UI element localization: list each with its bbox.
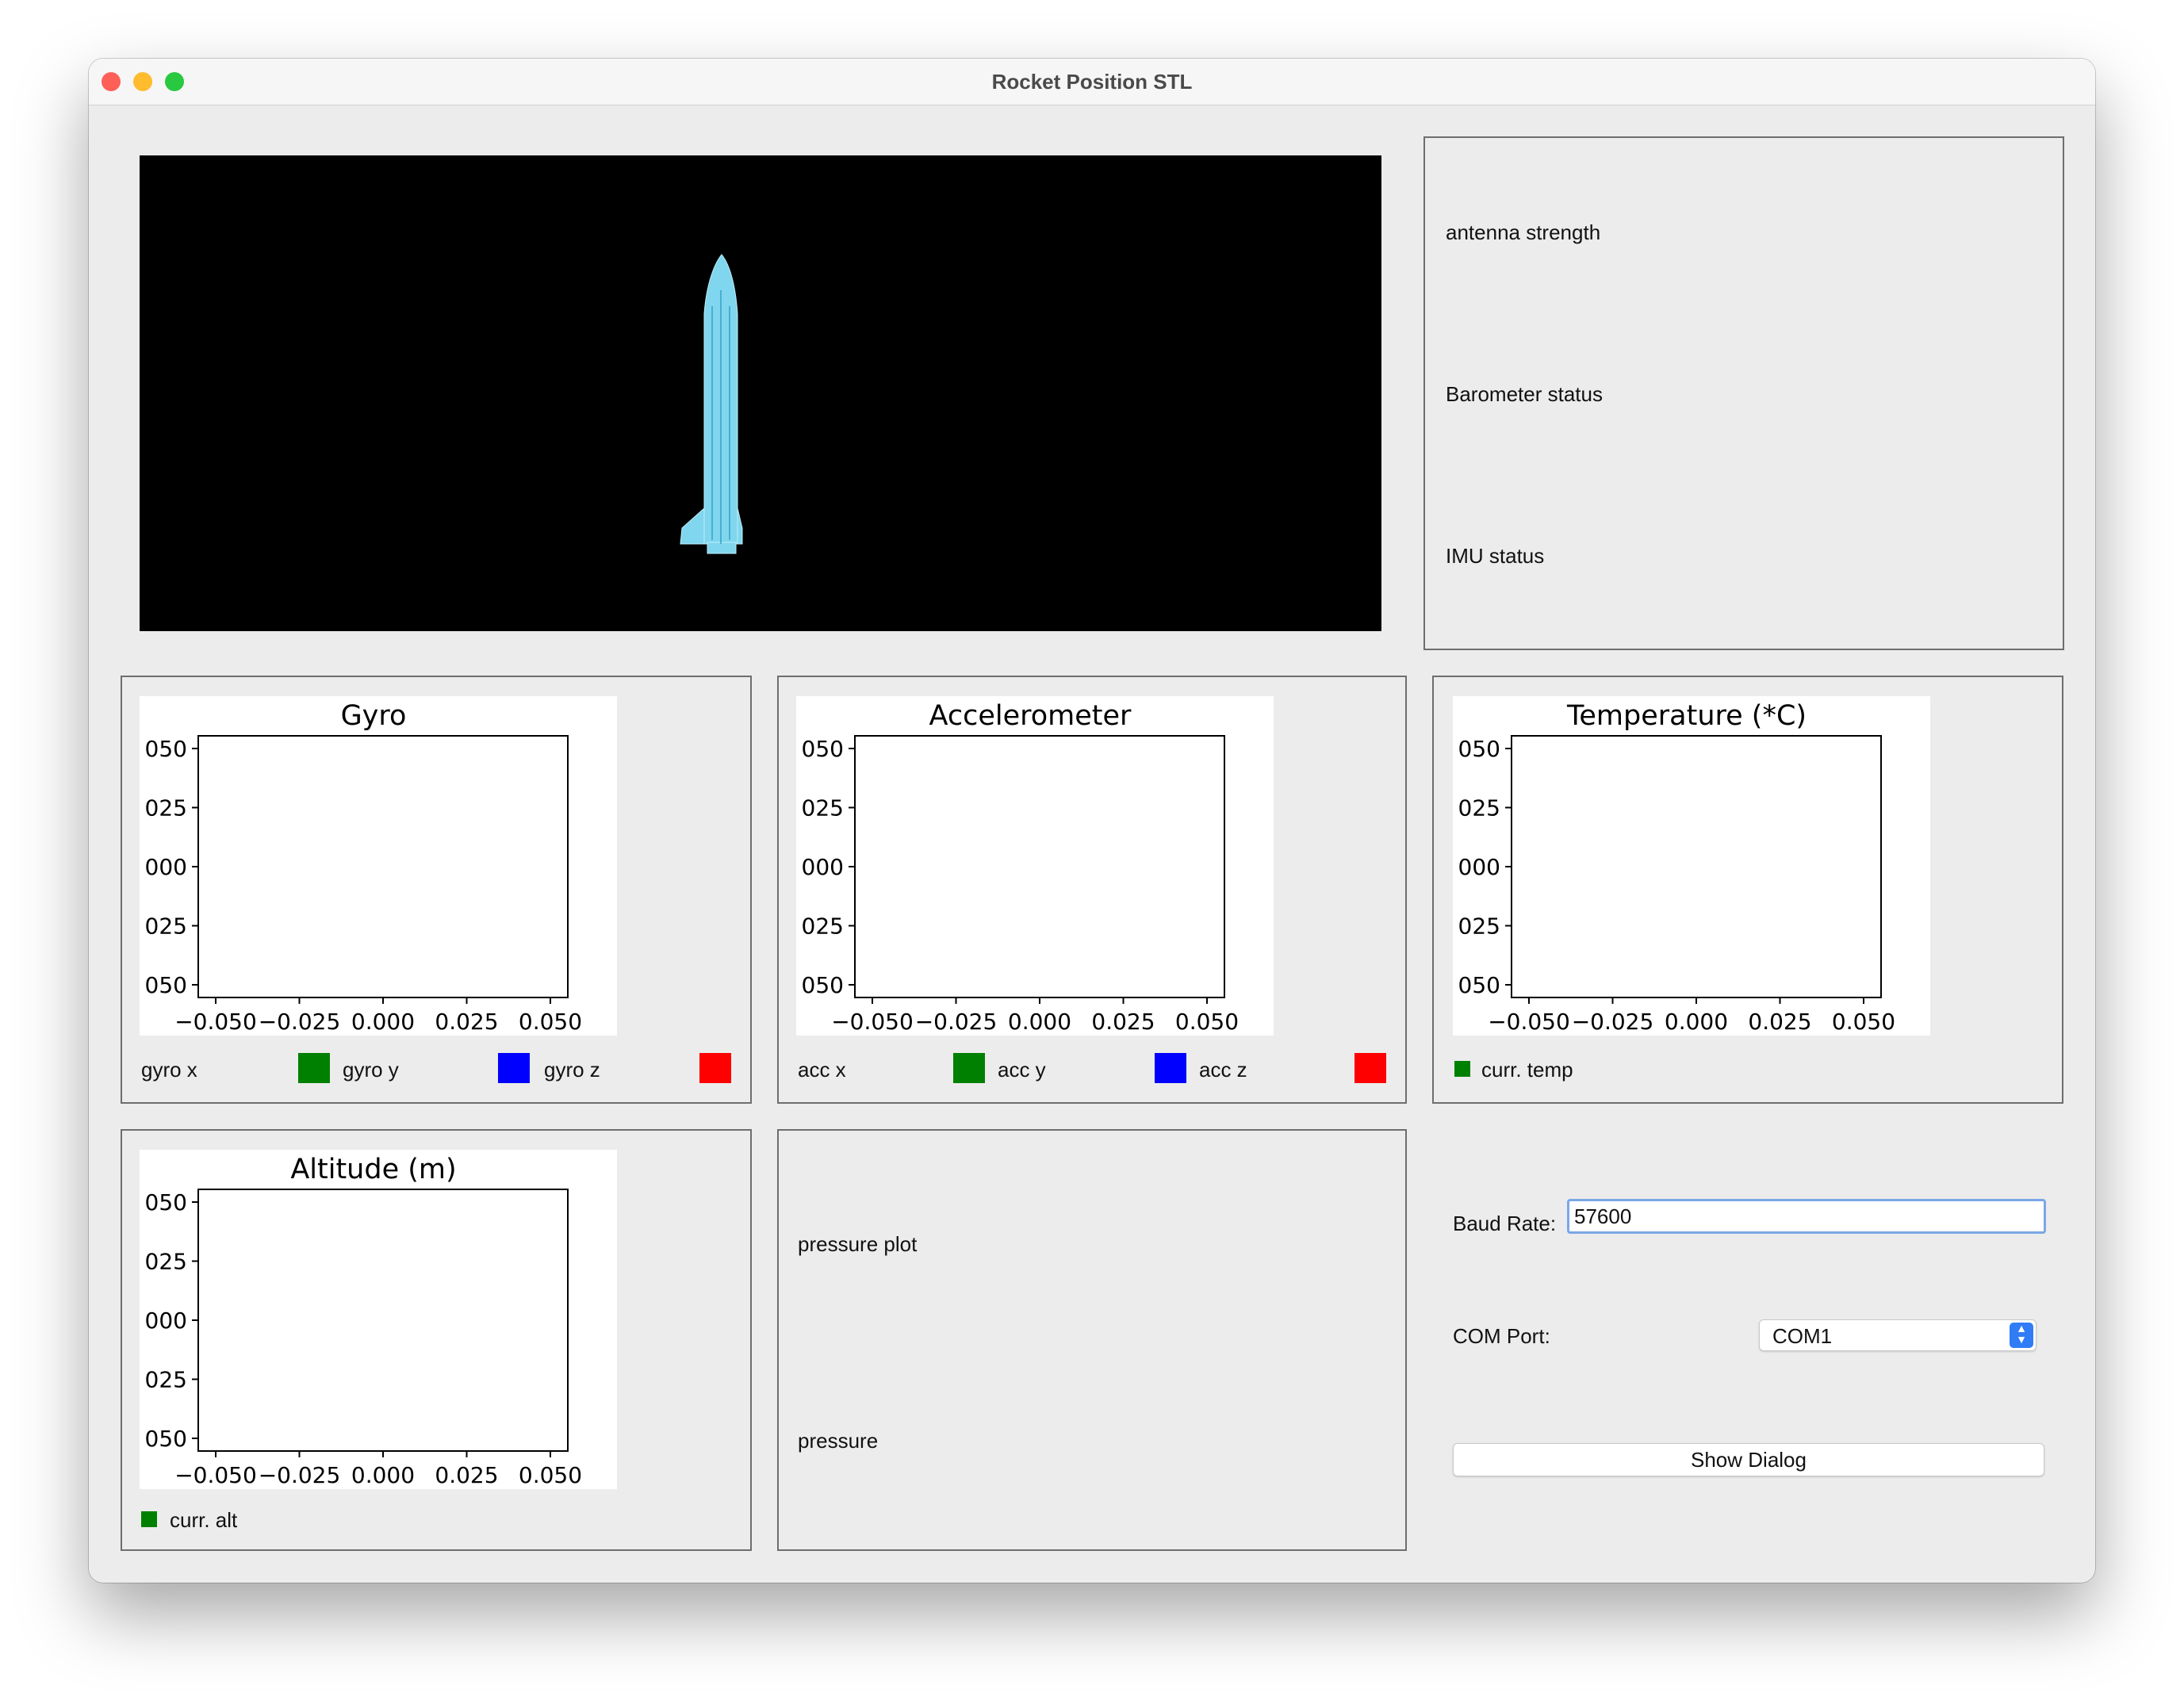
y-tick-label: 000 [145, 1308, 187, 1334]
y-tick-label: 025 [145, 913, 187, 940]
legend-gyro-z: gyro z [544, 1058, 600, 1082]
gyro-plot: Gyro 050 025 000 025 050 −0.050 −0.025 0.000 0.02… [140, 696, 617, 1036]
legend-curr-alt: curr. alt [170, 1508, 238, 1532]
antenna-strength-label: antenna strength [1446, 220, 1601, 244]
pressure-value-label: pressure [798, 1429, 879, 1453]
rocket-3d-viewport[interactable] [140, 155, 1381, 631]
y-tick-label: 050 [145, 736, 187, 762]
com-port-label: COM Port: [1453, 1324, 1550, 1348]
legend-acc-x: acc x [798, 1058, 846, 1082]
y-tick-label: 050 [145, 1189, 187, 1216]
temperature-plot: Temperature (*C) 050 025 000 025 050 −0.050 −0.… [1453, 696, 1930, 1036]
chart-title: Temperature (*C) [1566, 700, 1807, 732]
y-tick-label: 050 [1458, 972, 1500, 998]
pressure-plot-label: pressure plot [798, 1232, 918, 1256]
altitude-plot: Altitude (m) 050 025 000 025 050 −0.050 −0.025 0… [140, 1150, 617, 1489]
y-tick-label: 000 [802, 854, 844, 880]
show-dialog-button[interactable]: Show Dialog [1453, 1443, 2044, 1476]
legend-swatch-green [1454, 1061, 1470, 1077]
com-port-select[interactable]: COM1 ▲ ▼ [1759, 1319, 2036, 1351]
y-tick-label: 025 [1458, 795, 1500, 821]
chart-svg: Temperature (*C) 050 025 000 025 050 −0.050 −0.… [1458, 700, 1896, 1035]
updown-chevron-icon: ▲ ▼ [2010, 1323, 2033, 1348]
x-tick-label: −0.050 [174, 1009, 257, 1035]
baud-rate-label: Baud Rate: [1453, 1212, 1557, 1235]
chart-svg: Gyro 050 025 000 025 050 −0.050 −0.025 0.000 0.02… [145, 700, 583, 1035]
legend-swatch-blue [1155, 1053, 1186, 1083]
y-tick-label: 050 [1458, 736, 1500, 762]
accelerometer-plot: Accelerometer 050 025 000 025 050 −0.050 −0.025… [796, 696, 1274, 1036]
y-tick-label: 025 [802, 913, 844, 940]
title-bar: Rocket Position STL [89, 59, 2095, 105]
x-tick-label: −0.050 [174, 1462, 257, 1488]
y-tick-label: 025 [145, 795, 187, 821]
y-tick-label: 000 [145, 854, 187, 880]
x-tick-label: −0.025 [259, 1462, 341, 1488]
com-port-value: COM1 [1772, 1324, 1833, 1348]
chart-title: Accelerometer [929, 700, 1132, 732]
baud-rate-input[interactable] [1567, 1199, 2046, 1234]
plot-frame [854, 735, 1225, 998]
y-tick-label: 050 [802, 736, 844, 762]
app-window: Rocket Position STL antenna strength Bar… [89, 59, 2095, 1583]
x-tick-label: −0.025 [915, 1009, 998, 1035]
x-tick-label: 0.000 [351, 1462, 415, 1488]
x-tick-label: 0.050 [1175, 1009, 1239, 1035]
plot-frame [197, 1189, 569, 1452]
imu-status-label: IMU status [1446, 544, 1545, 568]
x-tick-label: 0.000 [1665, 1009, 1728, 1035]
x-tick-label: 0.050 [519, 1009, 582, 1035]
legend-gyro-y: gyro y [343, 1058, 399, 1082]
x-tick-label: 0.025 [1748, 1009, 1811, 1035]
x-tick-label: −0.050 [1488, 1009, 1570, 1035]
y-tick-label: 025 [145, 1249, 187, 1275]
x-tick-label: −0.025 [259, 1009, 341, 1035]
status-panel: antenna strength Barometer status IMU st… [1423, 136, 2064, 650]
x-tick-label: 0.000 [1008, 1009, 1071, 1035]
y-tick-label: 050 [802, 972, 844, 998]
y-tick-label: 050 [145, 1426, 187, 1452]
y-tick-label: 025 [802, 795, 844, 821]
x-tick-label: 0.050 [1832, 1009, 1895, 1035]
legend-curr-temp: curr. temp [1481, 1058, 1573, 1082]
legend-swatch-red [1354, 1053, 1386, 1083]
x-tick-label: −0.050 [831, 1009, 914, 1035]
plot-frame [197, 735, 569, 998]
legend-swatch-red [699, 1053, 731, 1083]
chart-svg: Accelerometer 050 025 000 025 050 −0.050 −0.025… [802, 700, 1240, 1035]
legend-acc-z: acc z [1199, 1058, 1247, 1082]
x-tick-label: 0.025 [1091, 1009, 1155, 1035]
plot-frame [1511, 735, 1882, 998]
x-tick-label: 0.050 [519, 1462, 582, 1488]
pressure-panel: pressure plot pressure [777, 1129, 1407, 1551]
legend-gyro-x: gyro x [141, 1058, 197, 1082]
x-tick-label: 0.025 [435, 1462, 498, 1488]
legend-acc-y: acc y [998, 1058, 1046, 1082]
y-tick-label: 000 [1458, 854, 1500, 880]
rocket-model [680, 254, 743, 554]
x-tick-label: −0.025 [1572, 1009, 1654, 1035]
chart-svg: Altitude (m) 050 025 000 025 050 −0.050 −0.025 0… [145, 1154, 583, 1488]
legend-swatch-blue [498, 1053, 530, 1083]
y-tick-label: 025 [1458, 913, 1500, 940]
legend-swatch-green [141, 1511, 157, 1527]
window-title: Rocket Position STL [991, 70, 1193, 94]
y-tick-label: 025 [145, 1367, 187, 1393]
chart-title: Gyro [341, 700, 407, 732]
x-tick-label: 0.000 [351, 1009, 415, 1035]
barometer-status-label: Barometer status [1446, 382, 1603, 406]
legend-swatch-green [953, 1053, 985, 1083]
x-tick-label: 0.025 [435, 1009, 498, 1035]
legend-swatch-green [298, 1053, 330, 1083]
chart-title: Altitude (m) [290, 1154, 456, 1185]
y-tick-label: 050 [145, 972, 187, 998]
